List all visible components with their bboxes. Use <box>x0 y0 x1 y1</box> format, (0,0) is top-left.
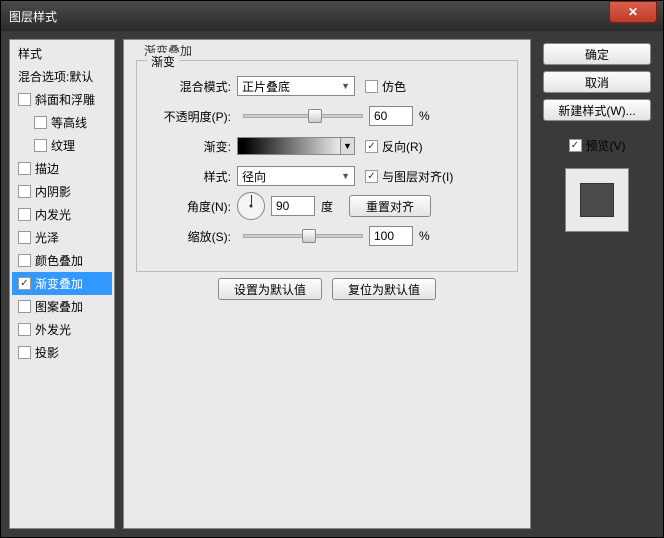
sidebar-item-label: 斜面和浮雕 <box>35 91 95 108</box>
angle-dial[interactable] <box>237 192 265 220</box>
gradient-fieldset: 渐变 混合模式: 正片叠底 ▼ 仿色 不透明度(P): 60 % <box>136 60 518 272</box>
sidebar-checkbox[interactable] <box>18 254 31 267</box>
preview-swatch-box <box>565 168 629 232</box>
sidebar-checkbox[interactable] <box>18 93 31 106</box>
chevron-down-icon: ▼ <box>341 171 350 181</box>
window-title: 图层样式 <box>9 8 609 25</box>
sidebar-head-blend[interactable]: 混合选项:默认 <box>12 65 112 88</box>
ok-button[interactable]: 确定 <box>543 43 651 65</box>
preview-swatch <box>580 183 614 217</box>
dither-checkbox[interactable] <box>365 80 378 93</box>
angle-label: 角度(N): <box>147 198 231 215</box>
sidebar-checkbox[interactable] <box>18 185 31 198</box>
dither-label: 仿色 <box>382 78 406 95</box>
sidebar-item-label: 纹理 <box>51 137 75 154</box>
sidebar-item-4[interactable]: 内阴影 <box>12 180 112 203</box>
sidebar-item-label: 外发光 <box>35 321 71 338</box>
layer-style-dialog: 图层样式 ✕ 样式 混合选项:默认 斜面和浮雕等高线纹理描边内阴影内发光光泽颜色… <box>0 0 664 538</box>
styles-sidebar: 样式 混合选项:默认 斜面和浮雕等高线纹理描边内阴影内发光光泽颜色叠加 ✓ 渐变叠加… <box>9 39 115 529</box>
percent-unit: % <box>419 109 430 123</box>
preview-label: 预览(V) <box>586 137 626 154</box>
titlebar[interactable]: 图层样式 ✕ <box>1 1 663 31</box>
sidebar-item-5[interactable]: 内发光 <box>12 203 112 226</box>
sidebar-item-label: 渐变叠加 <box>35 275 83 292</box>
sidebar-item-label: 内发光 <box>35 206 71 223</box>
reset-default-button[interactable]: 复位为默认值 <box>332 278 436 300</box>
percent-unit: % <box>419 229 430 243</box>
sidebar-checkbox[interactable] <box>18 300 31 313</box>
new-style-button[interactable]: 新建样式(W)... <box>543 99 651 121</box>
opacity-label: 不透明度(P): <box>147 108 231 125</box>
scale-input[interactable]: 100 <box>369 226 413 246</box>
degree-unit: 度 <box>321 198 333 215</box>
fieldset-title: 渐变 <box>147 53 179 70</box>
sidebar-checkbox[interactable] <box>18 231 31 244</box>
preview-checkbox[interactable]: ✓ <box>569 139 582 152</box>
chevron-down-icon: ▼ <box>340 138 354 154</box>
sidebar-checkbox[interactable]: ✓ <box>18 277 31 290</box>
sidebar-item-11[interactable]: 投影 <box>12 341 112 364</box>
align-label: 与图层对齐(I) <box>382 168 453 185</box>
sidebar-checkbox[interactable] <box>18 346 31 359</box>
sidebar-item-label: 光泽 <box>35 229 59 246</box>
scale-slider[interactable] <box>243 234 363 238</box>
reverse-label: 反向(R) <box>382 138 423 155</box>
sidebar-item-label: 颜色叠加 <box>35 252 83 269</box>
opacity-slider[interactable] <box>243 114 363 118</box>
sidebar-head-styles[interactable]: 样式 <box>12 42 112 65</box>
sidebar-item-9[interactable]: 图案叠加 <box>12 295 112 318</box>
sidebar-item-3[interactable]: 描边 <box>12 157 112 180</box>
right-column: 确定 取消 新建样式(W)... ✓ 预览(V) <box>539 39 655 529</box>
set-default-button[interactable]: 设置为默认值 <box>218 278 322 300</box>
scale-label: 缩放(S): <box>147 228 231 245</box>
align-checkbox[interactable]: ✓ <box>365 170 378 183</box>
sidebar-item-2[interactable]: 纹理 <box>12 134 112 157</box>
angle-input[interactable]: 90 <box>271 196 315 216</box>
sidebar-item-1[interactable]: 等高线 <box>12 111 112 134</box>
main-panel: 渐变叠加 渐变 混合模式: 正片叠底 ▼ 仿色 不透明度(P): 60 <box>123 39 531 529</box>
sidebar-checkbox[interactable] <box>18 323 31 336</box>
sidebar-item-label: 内阴影 <box>35 183 71 200</box>
sidebar-checkbox[interactable] <box>34 139 47 152</box>
reverse-checkbox[interactable]: ✓ <box>365 140 378 153</box>
opacity-input[interactable]: 60 <box>369 106 413 126</box>
close-icon: ✕ <box>628 5 638 19</box>
sidebar-item-7[interactable]: 颜色叠加 <box>12 249 112 272</box>
style-select[interactable]: 径向 ▼ <box>237 166 355 186</box>
sidebar-checkbox[interactable] <box>34 116 47 129</box>
close-button[interactable]: ✕ <box>609 1 657 23</box>
cancel-button[interactable]: 取消 <box>543 71 651 93</box>
sidebar-checkbox[interactable] <box>18 162 31 175</box>
style-label: 样式: <box>147 168 231 185</box>
gradient-picker[interactable]: ▼ <box>237 137 355 155</box>
blend-mode-label: 混合模式: <box>147 78 231 95</box>
sidebar-item-label: 图案叠加 <box>35 298 83 315</box>
blend-mode-select[interactable]: 正片叠底 ▼ <box>237 76 355 96</box>
sidebar-checkbox[interactable] <box>18 208 31 221</box>
gradient-label: 渐变: <box>147 138 231 155</box>
reset-align-button[interactable]: 重置对齐 <box>349 195 431 217</box>
sidebar-item-6[interactable]: 光泽 <box>12 226 112 249</box>
sidebar-item-label: 投影 <box>35 344 59 361</box>
sidebar-item-label: 描边 <box>35 160 59 177</box>
sidebar-item-8[interactable]: ✓ 渐变叠加 <box>12 272 112 295</box>
sidebar-item-0[interactable]: 斜面和浮雕 <box>12 88 112 111</box>
sidebar-item-10[interactable]: 外发光 <box>12 318 112 341</box>
chevron-down-icon: ▼ <box>341 81 350 91</box>
sidebar-item-label: 等高线 <box>51 114 87 131</box>
